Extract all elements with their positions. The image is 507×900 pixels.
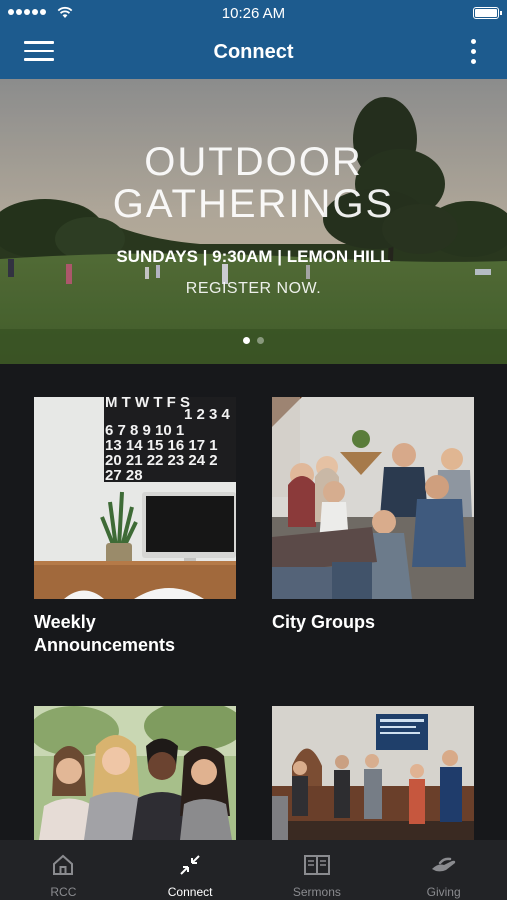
tab-label: Connect [167, 885, 213, 899]
hero-title: OUTDOOR GATHERINGS [0, 141, 507, 225]
app-header: Connect [0, 26, 507, 79]
battery-icon [473, 7, 502, 19]
home-icon [51, 852, 75, 878]
group-on-couch-photo [272, 397, 474, 599]
hero-register-link[interactable]: REGISTER NOW. [0, 280, 507, 298]
svg-text:1 2 3 4: 1 2 3 4 [184, 406, 231, 423]
tab-label: RCC [50, 885, 77, 899]
vertical-ellipsis-icon[interactable] [469, 39, 477, 67]
hand-giving-icon [430, 852, 458, 878]
card-city-groups[interactable]: City Groups [272, 397, 474, 634]
card-church-photo[interactable] [272, 706, 474, 840]
card-women-photo[interactable] [34, 706, 236, 840]
page-title: Connect [213, 41, 294, 63]
hero-subtitle: SUNDAYS | 9:30AM | LEMON HILL [116, 247, 391, 266]
card-label: Weekly Announcements [34, 611, 236, 657]
hero-banner[interactable]: OUTDOOR GATHERINGS SUNDAYS | 9:30AM | LE… [0, 79, 507, 364]
status-time: 10:26 AM [221, 5, 286, 22]
card-label-line2: Announcements [34, 635, 176, 655]
tab-label: Sermons [292, 885, 341, 899]
tab-rcc[interactable]: RCC [0, 840, 127, 900]
svg-text:M T W T F S: M T W T F S [105, 397, 190, 411]
pagination-dot[interactable] [257, 337, 264, 344]
svg-text:27 28: 27 28 [105, 467, 143, 484]
calendar-desk-photo: M T W T F S 1 2 3 4 6 7 8 9 10 1 13 14 1… [34, 397, 236, 599]
card-weekly-announcements[interactable]: M T W T F S 1 2 3 4 6 7 8 9 10 1 13 14 1… [34, 397, 236, 657]
tab-giving[interactable]: Giving [380, 840, 507, 900]
status-bar: 10:26 AM [0, 0, 507, 26]
hero-title-line2: GATHERINGS [112, 182, 395, 226]
carousel-pagination[interactable] [0, 337, 507, 344]
pagination-dot-active[interactable] [243, 337, 250, 344]
tab-sermons[interactable]: Sermons [254, 840, 381, 900]
card-label-line1: City Groups [272, 612, 376, 632]
compress-arrows-icon [178, 852, 202, 878]
hero-title-line1: OUTDOOR [144, 140, 363, 184]
card-label-line1: Weekly [34, 612, 96, 632]
card-label: City Groups [272, 611, 474, 634]
open-book-icon [303, 852, 330, 878]
tab-connect[interactable]: Connect [127, 840, 254, 900]
tab-label: Giving [426, 885, 461, 899]
church-stage-photo [272, 706, 474, 840]
bottom-tab-bar: RCC Connect Sermons Giving [0, 840, 507, 900]
women-outdoors-photo [34, 706, 236, 840]
